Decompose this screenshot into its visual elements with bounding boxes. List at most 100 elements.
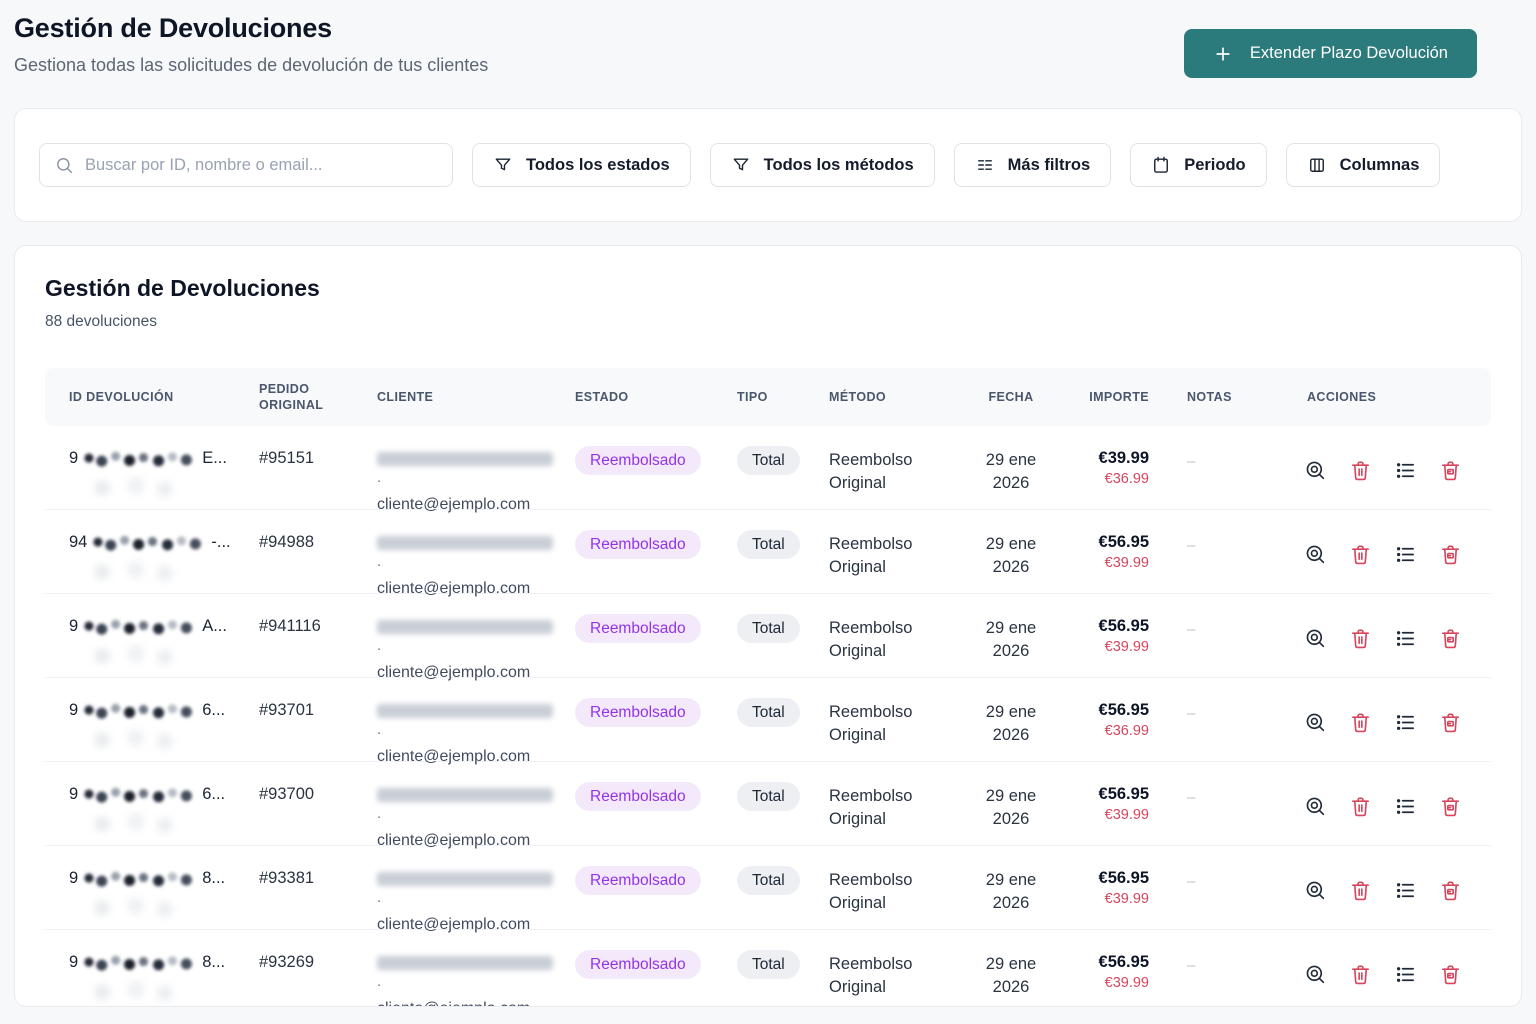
list-icon xyxy=(1396,462,1414,478)
notes: – xyxy=(1187,621,1196,638)
refund-amount: €39.99 xyxy=(1104,975,1149,991)
refund-amount: €39.99 xyxy=(1104,891,1149,907)
redacted-client-name xyxy=(377,535,553,550)
list-icon xyxy=(1396,714,1414,730)
original-order: #93381 xyxy=(259,869,315,887)
return-id-suffix: 8... xyxy=(202,869,226,887)
trash-icon xyxy=(1352,461,1369,480)
trash-file-icon xyxy=(1442,881,1459,900)
delete-button[interactable] xyxy=(1349,795,1372,818)
notes: – xyxy=(1187,873,1196,890)
client-cell: . cliente@ejemplo.com xyxy=(353,678,553,766)
view-details-icon xyxy=(1306,797,1325,815)
amount-cell: €56.95 €39.99 xyxy=(1059,594,1163,655)
page-title: Gestión de Devoluciones xyxy=(14,13,332,43)
view-details-button[interactable] xyxy=(1304,627,1327,650)
force-delete-button[interactable] xyxy=(1439,459,1462,482)
status-cell: Reembolsado xyxy=(551,930,713,979)
row-actions xyxy=(1275,963,1491,986)
period-filter-button[interactable]: Periodo xyxy=(1130,143,1267,187)
view-details-button[interactable] xyxy=(1304,459,1327,482)
log-list-button[interactable] xyxy=(1394,459,1417,482)
force-delete-button[interactable] xyxy=(1439,963,1462,986)
return-id-prefix: 9 xyxy=(69,617,79,635)
original-order: #94988 xyxy=(259,533,315,551)
return-date: 29 ene 2026 xyxy=(985,619,1037,660)
status-filter-label: Todos los estados xyxy=(526,155,670,174)
log-list-button[interactable] xyxy=(1394,711,1417,734)
return-id-cell: 9 A... xyxy=(45,594,235,668)
trash-icon xyxy=(1352,881,1369,900)
status-filter-button[interactable]: Todos los estados xyxy=(472,143,691,187)
view-details-button[interactable] xyxy=(1304,543,1327,566)
return-id-prefix: 9 xyxy=(69,449,79,467)
log-list-button[interactable] xyxy=(1394,543,1417,566)
amount-cell: €56.95 €36.99 xyxy=(1059,678,1163,739)
row-actions xyxy=(1275,795,1491,818)
view-details-button[interactable] xyxy=(1304,711,1327,734)
redacted-id-sub-blur xyxy=(83,812,179,836)
list-icon xyxy=(1396,546,1414,562)
col-header-order: PEDIDO ORIGINAL xyxy=(259,382,324,412)
force-delete-button[interactable] xyxy=(1439,879,1462,902)
delete-button[interactable] xyxy=(1349,459,1372,482)
log-list-button[interactable] xyxy=(1394,627,1417,650)
log-list-button[interactable] xyxy=(1394,879,1417,902)
page-header-text: Gestión de Devoluciones Gestiona todas l… xyxy=(14,13,488,76)
more-filters-label: Más filtros xyxy=(1007,155,1091,174)
amount-cell: €56.95 €39.99 xyxy=(1059,846,1163,907)
client-cell: . cliente@ejemplo.com xyxy=(353,846,553,934)
status-cell: Reembolsado xyxy=(551,762,713,811)
table-row: 9 6... #93701 . cliente@ejemplo.com Reem… xyxy=(45,678,1491,765)
delete-button[interactable] xyxy=(1349,711,1372,734)
redacted-client-name xyxy=(377,955,553,970)
table-row: 94 -... #94988 . cliente@ejemplo.com Ree… xyxy=(45,510,1491,597)
view-details-icon xyxy=(1306,965,1325,983)
delete-button[interactable] xyxy=(1349,879,1372,902)
trash-file-icon xyxy=(1442,629,1459,648)
return-id-suffix: 6... xyxy=(202,701,226,719)
delete-button[interactable] xyxy=(1349,627,1372,650)
status-badge: Reembolsado xyxy=(575,782,701,811)
view-details-button[interactable] xyxy=(1304,795,1327,818)
client-cell: . cliente@ejemplo.com xyxy=(353,930,553,1006)
type-badge: Total xyxy=(737,446,800,475)
amount: €39.99 xyxy=(1098,449,1149,467)
search-box[interactable] xyxy=(39,143,453,187)
redacted-id-blur xyxy=(82,953,199,972)
view-details-button[interactable] xyxy=(1304,879,1327,902)
filter-bar: Todos los estados Todos los métodos Más … xyxy=(14,108,1522,222)
extend-deadline-button[interactable]: Extender Plazo Devolución xyxy=(1183,29,1477,78)
status-badge: Reembolsado xyxy=(575,614,701,643)
refund-amount: €36.99 xyxy=(1104,723,1149,739)
return-id-suffix: -... xyxy=(211,533,231,551)
columns-button-label: Columnas xyxy=(1339,155,1420,174)
amount: €56.95 xyxy=(1098,785,1149,803)
more-filters-button[interactable]: Más filtros xyxy=(953,143,1112,187)
delete-button[interactable] xyxy=(1349,543,1372,566)
type-cell: Total xyxy=(713,762,805,811)
force-delete-button[interactable] xyxy=(1439,711,1462,734)
redacted-id-sub-blur xyxy=(83,644,179,668)
force-delete-button[interactable] xyxy=(1439,543,1462,566)
refund-method: Reembolso Original xyxy=(829,451,913,492)
client-cell: . cliente@ejemplo.com xyxy=(353,426,553,514)
search-input[interactable] xyxy=(85,155,437,175)
client-cell: . cliente@ejemplo.com xyxy=(353,762,553,850)
log-list-button[interactable] xyxy=(1394,795,1417,818)
client-cell: . cliente@ejemplo.com xyxy=(353,594,553,682)
view-details-button[interactable] xyxy=(1304,963,1327,986)
method-filter-button[interactable]: Todos los métodos xyxy=(709,143,935,187)
columns-button[interactable]: Columnas xyxy=(1285,143,1441,187)
table-row: 9 E... #95151 . cliente@ejemplo.com Reem… xyxy=(45,426,1491,513)
refund-method: Reembolso Original xyxy=(829,871,913,912)
delete-button[interactable] xyxy=(1349,963,1372,986)
return-date: 29 ene 2026 xyxy=(985,871,1037,912)
return-date: 29 ene 2026 xyxy=(985,535,1037,576)
log-list-button[interactable] xyxy=(1394,963,1417,986)
force-delete-button[interactable] xyxy=(1439,627,1462,650)
view-details-icon xyxy=(1306,545,1325,563)
notes: – xyxy=(1187,789,1196,806)
redacted-client-name xyxy=(377,619,553,634)
force-delete-button[interactable] xyxy=(1439,795,1462,818)
